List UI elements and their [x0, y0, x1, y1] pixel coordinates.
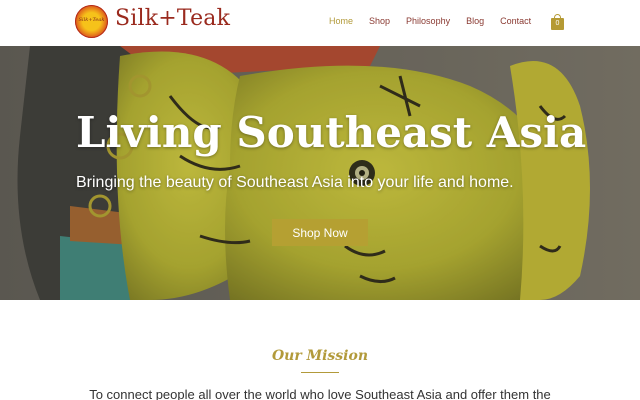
brand-name[interactable]: Silk+Teak [115, 6, 230, 31]
nav-item-blog[interactable]: Blog [466, 16, 484, 26]
mission-divider [301, 372, 339, 373]
nav-item-home[interactable]: Home [329, 16, 353, 26]
shopping-bag-icon[interactable]: 0 [551, 14, 564, 30]
logo-icon[interactable]: Silk+Teak [75, 5, 108, 38]
hero-banner: Living Southeast Asia Bringing the beaut… [0, 46, 640, 300]
hero-title: Living Southeast Asia [76, 108, 587, 157]
shop-now-button[interactable]: Shop Now [272, 219, 368, 246]
main-nav: Home Shop Philosophy Blog Contact [329, 16, 547, 26]
mission-text: To connect people all over the world who… [89, 387, 551, 400]
nav-item-shop[interactable]: Shop [369, 16, 390, 26]
nav-item-contact[interactable]: Contact [500, 16, 531, 26]
hero-overlay [0, 46, 640, 300]
cart-count: 0 [555, 20, 560, 27]
nav-item-philosophy[interactable]: Philosophy [406, 16, 450, 26]
mission-title: Our Mission [271, 348, 369, 364]
site-header: Silk+Teak Silk+Teak Home Shop Philosophy… [0, 0, 640, 46]
hero-subtitle: Bringing the beauty of Southeast Asia in… [76, 174, 514, 191]
logo-mark-text: Silk+Teak [78, 17, 105, 23]
